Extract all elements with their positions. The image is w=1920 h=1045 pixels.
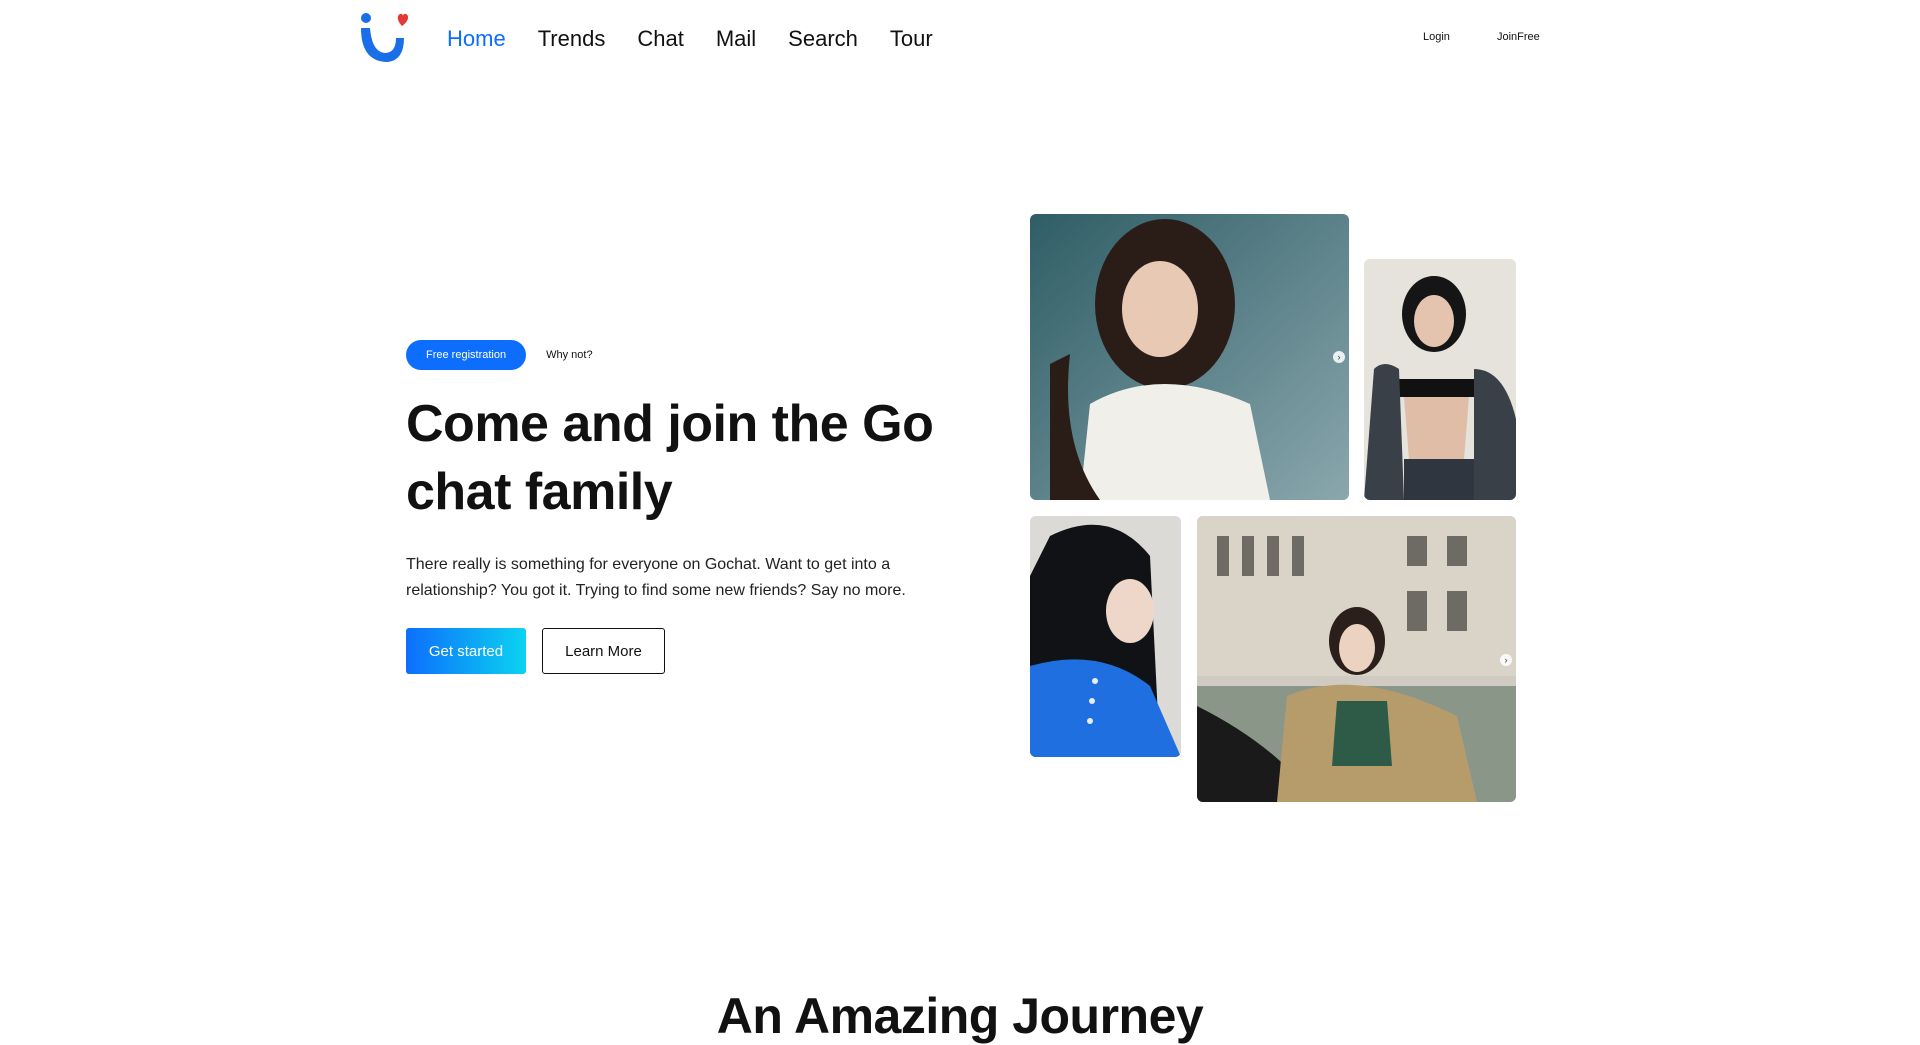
main-nav: Home Trends Chat Mail Search Tour [447,24,933,54]
site-header: Home Trends Chat Mail Search Tour Login … [0,0,1920,78]
nav-search[interactable]: Search [788,24,858,54]
nav-chat[interactable]: Chat [637,24,683,54]
hero-description: There really is something for everyone o… [406,556,906,599]
get-started-button[interactable]: Get started [406,628,526,674]
section-title: An Amazing Journey [716,987,1204,1044]
profile-photo-4[interactable] [1197,516,1516,802]
nav-tour[interactable]: Tour [890,24,933,54]
profile-photo-1[interactable] [1030,214,1349,500]
nav-mail[interactable]: Mail [716,24,756,54]
nav-trends[interactable]: Trends [538,24,606,54]
free-registration-badge[interactable]: Free registration [406,340,527,370]
profile-photo-2[interactable] [1364,259,1516,500]
join-free-link[interactable]: JoinFree [1497,31,1540,43]
learn-more-button[interactable]: Learn More [542,628,665,674]
profile-photo-3[interactable] [1030,516,1181,757]
nav-home[interactable]: Home [447,24,506,54]
badge-row: Free registration Why not? [406,340,966,370]
hero-actions: Get started Learn More [406,628,966,674]
hero-section: Free registration Why not? Come and join… [406,340,966,674]
chevron-right-icon[interactable]: › [1500,654,1512,666]
login-link[interactable]: Login [1423,31,1450,43]
logo-icon[interactable] [358,12,410,66]
hero-title: Come and join the Go chat family [406,395,934,521]
why-not-text: Why not? [546,349,593,361]
chevron-right-icon[interactable]: › [1333,351,1345,363]
